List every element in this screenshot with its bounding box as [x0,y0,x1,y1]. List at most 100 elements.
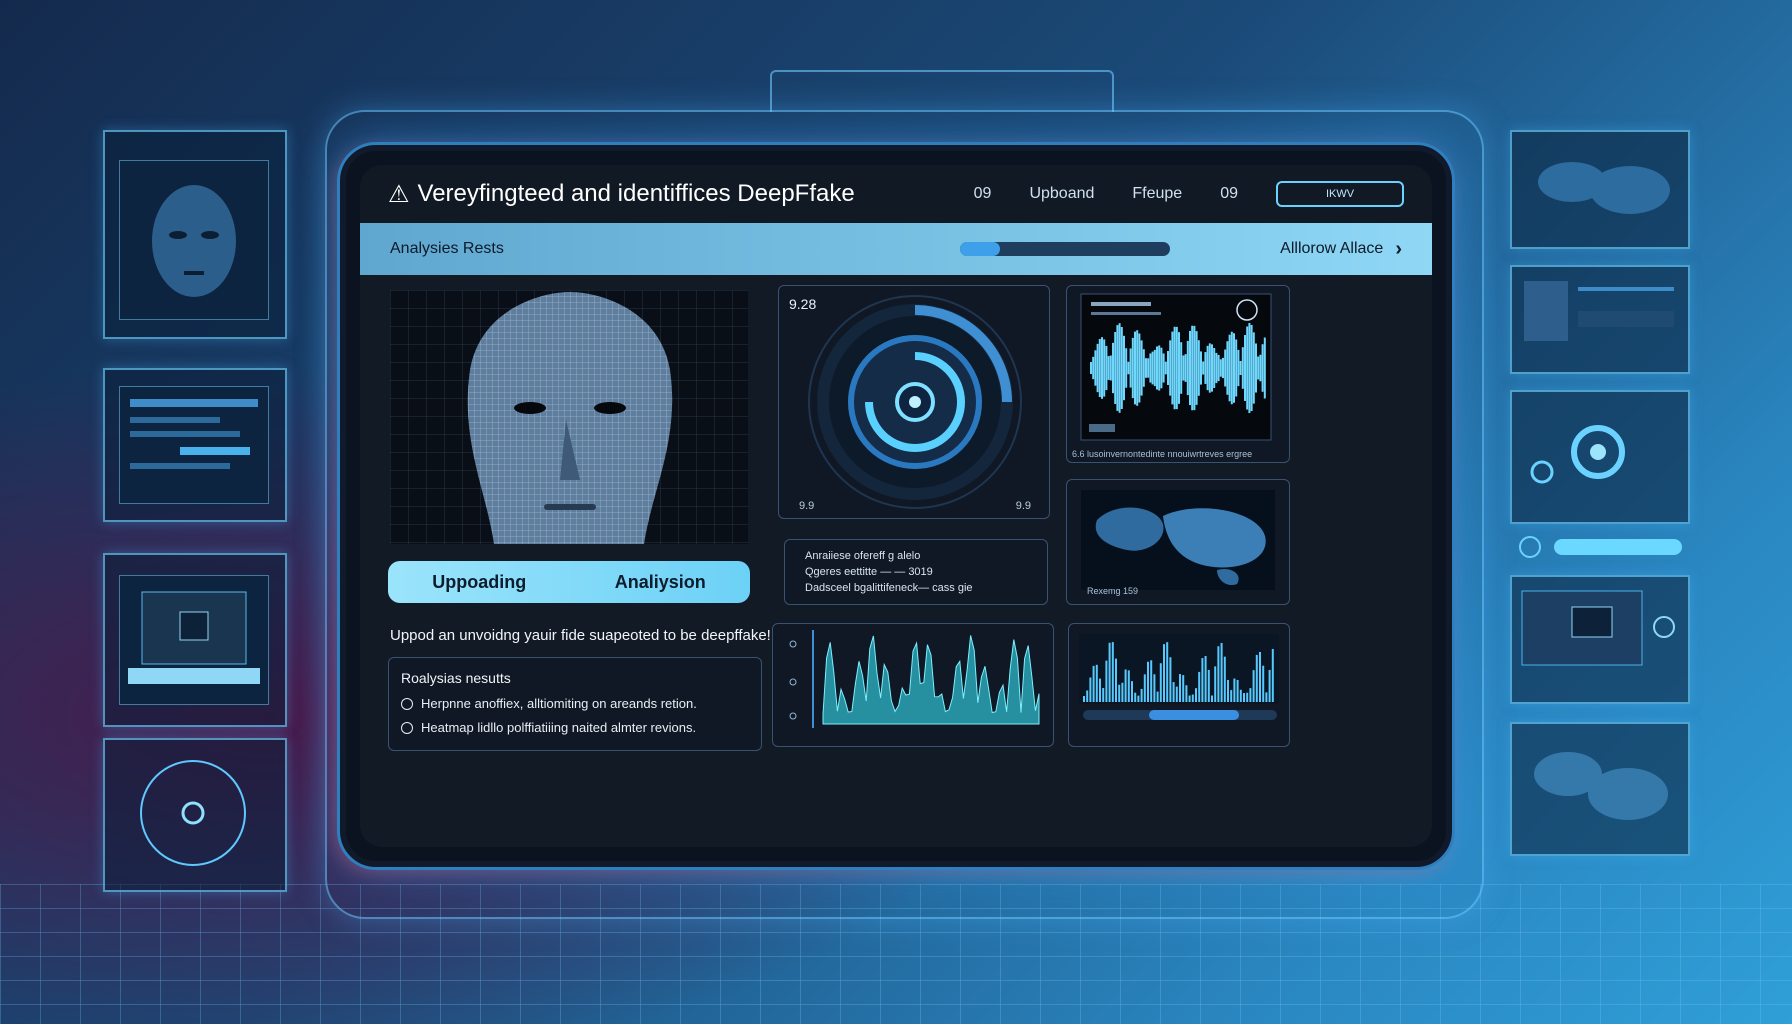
analysis-item-text: Herpnne anoffiex, alltiomiting on areand… [421,696,697,711]
info-line-2: Qgeres eettitte — — 3019 [805,566,933,578]
spectrum-bar [1150,660,1153,702]
spectrum-bar [1188,695,1191,702]
spectrum-bar [1108,642,1111,702]
upload-analysis-bar: Uppoading Analiysion [388,561,750,603]
spectrum-bar [1204,655,1207,702]
analysis-item[interactable]: Heatmap lidllo polffiatiiing naited almt… [401,720,696,735]
spectrum-bar [1169,657,1172,702]
spectrum-panel [1068,623,1290,747]
analysis-item-text: Heatmap lidllo polffiatiiing naited almt… [421,720,697,735]
analysis-button[interactable]: Analiysion [615,572,706,593]
spectrum-bar [1127,670,1130,702]
waveform-caption: 6.6 lusoinvernontedinte nnouiwrtreves er… [1072,449,1253,459]
face-mesh-icon [390,290,748,544]
spectrum-bar [1191,694,1194,702]
app-header: ⚠ Vereyfingteed and identiffices DeepFfa… [360,165,1432,223]
nav-item-4[interactable]: 09 [1220,185,1238,203]
world-map-icon [1538,162,1670,214]
target-ring-icon [140,760,246,866]
spectrum-bar [1137,695,1140,702]
gauge-right-label: 9.9 [1015,500,1031,512]
spectrum-bar [1134,692,1137,702]
spectrum-bar [1262,665,1265,702]
tablet-frame: ⚠ Vereyfingteed and identiffices DeepFfa… [340,145,1452,867]
analysis-info-box: Anraiiese ofereff g alelo Qgeres eettitt… [784,539,1048,605]
spectrum-bar [1255,654,1258,702]
results-bar: Analysies Rests Alllorow Allace › [360,223,1432,275]
toggle-bar-icon [1519,536,1682,558]
side-card-map[interactable] [1510,130,1690,249]
video-thumbnail-icon [1521,590,1675,666]
radio-icon [401,697,413,710]
side-card-toggle[interactable] [1510,530,1686,564]
spectrum-bar [1159,663,1162,702]
page-title: ⚠ Vereyfingteed and identiffices DeepFfa… [388,180,974,209]
side-card-settings[interactable] [1510,390,1690,524]
waveform-icon [1080,293,1272,441]
nav-item-feature[interactable]: Ffeupe [1132,185,1182,203]
gauge-left-label: 9.9 [799,500,815,512]
upload-button[interactable]: Uppoading [432,572,526,593]
face-mesh-viewer [390,290,748,544]
spectrum-bar [1175,686,1178,702]
analysis-item[interactable]: Herpnne anoffiex, alltiomiting on areand… [401,696,697,711]
top-nav: 09 Upboand Ffeupe 09 IKWV [974,181,1404,207]
chevron-right-icon[interactable]: › [1395,238,1402,261]
spectrum-bar [1271,648,1274,702]
results-progress [960,242,1171,256]
spectrum-bar [1131,681,1133,702]
spectrum-bar [1259,651,1261,702]
warning-icon: ⚠ [388,180,410,208]
info-line-3: Dadsceel bgalittifeneck— cass gie [805,582,973,594]
document-thumbnail-icon [130,399,258,469]
spectrum-bar [1207,669,1210,702]
spectrum-bar [1140,688,1143,702]
spectrum-bar [1239,689,1242,702]
spectrum-bar [1124,669,1127,702]
spectrum-bar [1121,682,1124,702]
spectrum-bar [1252,670,1255,702]
side-card-document[interactable] [103,368,287,522]
side-card-face[interactable] [103,130,287,339]
spike-chart-icon [789,630,1040,728]
side-card-laptop[interactable] [103,553,287,727]
nav-button[interactable]: IKWV [1276,181,1404,207]
upload-instruction: Uppod an unvoidng yauir fide suapeoted t… [390,627,776,644]
spectrum-bar [1118,684,1121,702]
spectrum-bar [1182,675,1185,702]
results-title: Analysies Rests [390,240,504,257]
spectrum-bar [1115,658,1117,702]
spectrum-bar [1195,688,1197,702]
spectrum-bar [1211,695,1213,702]
spike-chart-panel [772,623,1054,747]
map-caption: Rexemg 159 [1087,586,1139,596]
spectrum-bar [1089,677,1092,702]
nav-item-1[interactable]: 09 [974,185,992,203]
side-card-map-2[interactable] [1510,722,1690,856]
spectrum-bar [1086,690,1089,702]
world-map-panel: Rexemg 159 [1066,479,1290,605]
spectrum-bar [1143,674,1146,702]
spectrum-bar [1214,666,1217,702]
gear-icon [1530,425,1625,484]
frame-notch [770,70,1114,112]
spectrum-bar [1243,693,1245,702]
spectrum-bar [1198,671,1201,702]
spectrum-bar [1163,644,1165,702]
nav-item-upload[interactable]: Upboand [1029,185,1094,203]
world-map-icon-2 [1534,752,1668,820]
spectrum-bar [1105,660,1108,702]
audio-waveform-panel [1066,285,1290,463]
side-card-video[interactable] [1510,575,1690,704]
results-link[interactable]: Alllorow Allace [1280,240,1383,258]
side-card-target[interactable] [103,738,287,892]
analysis-results-box: Roalysias nesutts Herpnne anoffiex, allt… [388,657,762,751]
spectrum-bar [1099,678,1101,702]
side-card-audio[interactable] [1510,265,1690,374]
spectrum-bar [1265,692,1268,702]
audio-thumbnail-icon [1524,281,1674,341]
spectrum-bar [1201,658,1204,702]
spectrum-bar [1092,665,1095,702]
spectrum-bar [1147,661,1149,702]
spectrum-bar [1095,664,1098,702]
